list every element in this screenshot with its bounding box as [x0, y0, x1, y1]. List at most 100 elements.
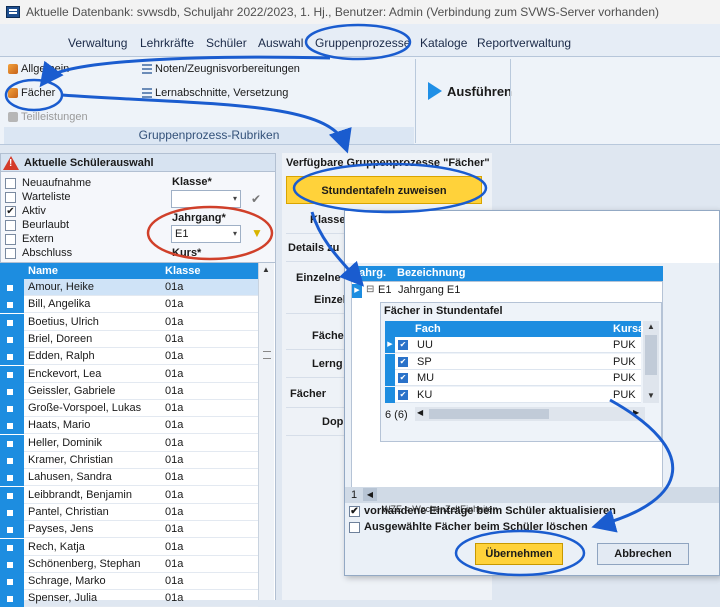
scroll-right-icon[interactable]: ▶	[633, 408, 639, 417]
ausfuehren-button[interactable]: Ausführen	[428, 82, 512, 100]
ribbon-faecher-button[interactable]: Fächer	[8, 87, 55, 99]
status-beurlaubt[interactable]: Beurlaubt	[5, 219, 69, 231]
fach-row[interactable]: ▶ ✔ UU PUK	[385, 337, 641, 353]
menu-reportverwaltung[interactable]: Reportverwaltung	[477, 36, 571, 50]
uebernehmen-button[interactable]: Übernehmen	[475, 543, 563, 565]
table-row[interactable]: Payses, Jens 01a	[0, 521, 258, 539]
ribbon-teilleistungen-button[interactable]: Teilleistungen	[8, 111, 88, 123]
row-selector[interactable]	[0, 469, 24, 487]
menu-verwaltung[interactable]: Verwaltung	[68, 36, 127, 50]
menu-gruppenprozesse[interactable]: Gruppenprozesse	[315, 36, 410, 50]
status-extern[interactable]: Extern	[5, 233, 54, 245]
ribbon-lernabschnitte-button[interactable]: Lernabschnitte, Versetzung	[142, 87, 288, 99]
checkbox[interactable]	[5, 191, 16, 203]
process-button-einzel[interactable]: Einzel	[286, 286, 346, 314]
fach-row[interactable]: ✔ MU PUK	[385, 370, 641, 386]
table-row[interactable]: Haats, Mario 01a	[0, 417, 258, 435]
row-selector[interactable]	[0, 434, 24, 452]
checkbox[interactable]	[5, 233, 16, 245]
option-delete-checkbox[interactable]: Ausgewählte Fächer beim Schüler löschen	[349, 521, 588, 533]
checkbox-checked[interactable]: ✔	[398, 356, 408, 367]
scroll-up-icon[interactable]: ▲	[262, 265, 270, 274]
table-row[interactable]: Enckevort, Lea 01a	[0, 365, 258, 383]
column-fach[interactable]: Fach	[415, 323, 441, 335]
ribbon-allgemein-button[interactable]: Allgemein	[8, 63, 69, 75]
table-row[interactable]: Briel, Doreen 01a	[0, 330, 258, 348]
process-button-doppelt[interactable]: Dop	[286, 408, 346, 436]
checkbox[interactable]	[5, 247, 16, 259]
scroll-grip[interactable]	[263, 351, 271, 359]
status-aktiv[interactable]: ✔ Aktiv	[5, 205, 46, 217]
klasse-combo[interactable]: ▾	[171, 190, 241, 208]
abbrechen-button[interactable]: Abbrechen	[597, 543, 689, 565]
table-row[interactable]: Boetius, Ulrich 01a	[0, 313, 258, 331]
collapse-icon[interactable]: ⊟	[366, 284, 374, 295]
menu-schueler[interactable]: Schüler	[206, 36, 247, 50]
scroll-thumb[interactable]	[645, 335, 657, 375]
checkbox[interactable]	[5, 177, 16, 189]
table-row[interactable]: Schönenberg, Stephan 01a	[0, 555, 258, 573]
faecher-hscroll[interactable]: ◀ ▶	[415, 407, 645, 421]
status-neuaufnahme[interactable]: Neuaufnahme	[5, 177, 91, 189]
row-selector[interactable]	[0, 365, 24, 383]
table-row[interactable]: Rech, Katja 01a	[0, 538, 258, 556]
row-selector[interactable]	[0, 452, 24, 469]
process-button-faecher[interactable]: Fächer	[286, 322, 348, 350]
table-row[interactable]: Lahusen, Sandra 01a	[0, 469, 258, 487]
filter-icon[interactable]: ▼	[251, 226, 263, 240]
checkbox-checked[interactable]: ✔	[5, 205, 16, 217]
faecher-vscroll[interactable]: ▲ ▼	[643, 321, 659, 403]
column-name[interactable]: Name	[28, 265, 58, 277]
table-row[interactable]: Geissler, Gabriele 01a	[0, 382, 258, 400]
row-selector[interactable]	[0, 313, 24, 331]
status-warteliste[interactable]: Warteliste	[5, 191, 71, 203]
process-button-klasse[interactable]: Klasse	[286, 206, 346, 234]
checkbox-checked[interactable]: ✔	[349, 505, 360, 517]
process-button-faecher-aus[interactable]: Fächer aus	[286, 380, 346, 428]
row-selector[interactable]	[0, 417, 24, 435]
process-button-details[interactable]: Details zu	[286, 234, 346, 262]
table-row[interactable]: Schrage, Marko 01a	[0, 573, 258, 591]
grid-bezeichnung-value[interactable]: Jahrgang E1	[398, 284, 460, 296]
table-row[interactable]: Bill, Angelika 01a	[0, 296, 258, 314]
fach-row[interactable]: ✔ KU PUK	[385, 386, 641, 403]
row-selector[interactable]	[0, 330, 24, 348]
table-row[interactable]: Große-Vorspoel, Lukas 01a	[0, 400, 258, 418]
fach-row[interactable]: ✔ SP PUK	[385, 353, 641, 370]
jahrgang-combo[interactable]: E1 ▾	[171, 225, 241, 243]
table-row[interactable]: Amour, Heike 01a	[0, 279, 258, 296]
column-klasse[interactable]: Klasse	[165, 265, 200, 277]
check-icon[interactable]: ✔	[251, 192, 261, 206]
checkbox[interactable]	[349, 521, 360, 533]
status-abschluss[interactable]: Abschluss	[5, 247, 72, 259]
column-bezeichnung[interactable]: Bezeichnung	[397, 267, 465, 279]
row-selector[interactable]	[0, 296, 24, 314]
option-update-checkbox[interactable]: ✔ vorhandene Einträge beim Schüler aktua…	[349, 505, 616, 517]
row-selector[interactable]	[0, 590, 24, 607]
table-row[interactable]: Spenser, Julia 01a	[0, 590, 258, 607]
scroll-up-icon[interactable]: ▲	[647, 322, 655, 331]
stundentafeln-zuweisen-button[interactable]: Stundentafeln zuweisen	[286, 176, 482, 204]
scroll-left-icon[interactable]: ◀	[363, 488, 377, 501]
menu-lehrkraefte[interactable]: Lehrkräfte	[140, 36, 194, 50]
row-selector[interactable]	[0, 486, 24, 504]
table-row[interactable]: Pantel, Christian 01a	[0, 503, 258, 521]
process-button-lerngruppen[interactable]: Lerng	[286, 350, 346, 378]
checkbox-checked[interactable]: ✔	[398, 389, 408, 400]
scroll-down-icon[interactable]: ▼	[647, 391, 655, 400]
row-selector[interactable]	[0, 573, 24, 591]
menu-auswahl[interactable]: Auswahl	[258, 36, 303, 50]
column-jahrg[interactable]: Jahrg.	[353, 267, 386, 279]
menu-kataloge[interactable]: Kataloge	[420, 36, 467, 50]
row-selector[interactable]	[0, 279, 24, 296]
table-row[interactable]: Edden, Ralph 01a	[0, 348, 258, 366]
row-selector[interactable]	[0, 521, 24, 539]
table-row[interactable]: Leibbrandt, Benjamin 01a	[0, 486, 258, 504]
grid-jahrg-value[interactable]: E1	[378, 284, 391, 296]
checkbox-checked[interactable]: ✔	[398, 340, 408, 350]
scroll-thumb[interactable]	[429, 409, 549, 419]
table-row[interactable]: Kramer, Christian 01a	[0, 452, 258, 469]
checkbox-checked[interactable]: ✔	[398, 373, 408, 383]
row-selector[interactable]	[0, 400, 24, 418]
scroll-left-icon[interactable]: ◀	[417, 408, 423, 417]
